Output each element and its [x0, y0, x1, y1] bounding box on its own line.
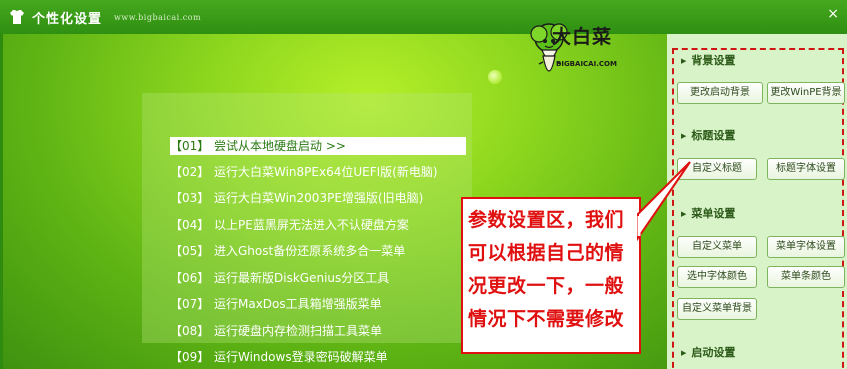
menu-item-number: 【06】: [170, 271, 210, 285]
section-background: ▶ 背景设置: [681, 52, 735, 68]
title-bar: 个性化设置 www.bigbaicai.com ×: [0, 0, 847, 34]
menu-item-number: 【01】: [170, 139, 210, 153]
section-label: 背景设置: [691, 54, 736, 67]
menu-item-number: 【09】: [170, 350, 210, 364]
shirt-icon: [10, 10, 24, 24]
menu-item-label: 运行MaxDos工具箱增强版菜单: [214, 297, 382, 311]
section-boot: ▶ 启动设置: [681, 344, 735, 360]
logo-name: 大白菜: [552, 26, 613, 48]
triangle-right-icon: ▶: [681, 210, 687, 218]
title-font-button[interactable]: 标题字体设置: [767, 158, 845, 180]
callout-line: 可以根据自己的情: [468, 242, 625, 264]
section-label: 菜单设置: [691, 207, 736, 220]
window-url: www.bigbaicai.com: [114, 12, 202, 22]
triangle-right-icon: ▶: [681, 349, 687, 357]
menu-item-01[interactable]: 【01】 尝试从本地硬盘启动 >>: [170, 137, 466, 155]
triangle-right-icon: ▶: [681, 57, 687, 65]
custom-menu-bg-button[interactable]: 自定义菜单背景: [677, 298, 757, 320]
menu-item-04[interactable]: 【04】 以上PE蓝黑屏无法进入不认硬盘方案: [170, 216, 466, 234]
change-winpe-bg-button[interactable]: 更改WinPE背景: [767, 82, 845, 104]
menu-item-label: 尝试从本地硬盘启动 >>: [214, 139, 346, 153]
decorative-orb: [488, 70, 502, 84]
menu-item-number: 【02】: [170, 165, 210, 179]
change-boot-bg-button[interactable]: 更改启动背景: [677, 82, 763, 104]
menu-item-number: 【05】: [170, 244, 210, 258]
menu-item-label: 运行最新版DiskGenius分区工具: [214, 271, 390, 285]
custom-menu-button[interactable]: 自定义菜单: [677, 236, 757, 258]
menu-item-number: 【07】: [170, 297, 210, 311]
menu-item-07[interactable]: 【07】 运行MaxDos工具箱增强版菜单: [170, 295, 466, 313]
callout-text: 参数设置区，我们 可以根据自己的情 况更改一下，一般 情况下不需要修改: [468, 204, 638, 336]
section-label: 启动设置: [691, 346, 736, 359]
menu-item-label: 运行大白菜Win8PEx64位UEFI版(新电脑): [214, 165, 438, 179]
menu-item-06[interactable]: 【06】 运行最新版DiskGenius分区工具: [170, 269, 466, 287]
menu-item-label: 以上PE蓝黑屏无法进入不认硬盘方案: [214, 218, 409, 232]
window-title: 个性化设置: [32, 11, 103, 27]
menu-item-03[interactable]: 【03】 运行大白菜Win2003PE增强版(旧电脑): [170, 189, 466, 207]
section-title-settings: ▶ 标题设置: [681, 127, 735, 143]
selected-font-color-button[interactable]: 选中字体颜色: [677, 266, 757, 288]
section-menu: ▶ 菜单设置: [681, 205, 735, 221]
menu-item-09[interactable]: 【09】 运行Windows登录密码破解菜单: [170, 348, 466, 366]
triangle-right-icon: ▶: [681, 132, 687, 140]
menu-bar-color-button[interactable]: 菜单条颜色: [767, 266, 845, 288]
menu-item-05[interactable]: 【05】 进入Ghost备份还原系统多合一菜单: [170, 242, 466, 260]
callout-line: 情况下不需要修改: [468, 308, 625, 330]
menu-item-08[interactable]: 【08】 运行硬盘内存检测扫描工具菜单: [170, 322, 466, 340]
callout-line: 况更改一下，一般: [468, 275, 625, 297]
menu-item-label: 运行大白菜Win2003PE增强版(旧电脑): [214, 191, 424, 205]
close-button[interactable]: ×: [827, 6, 839, 22]
menu-item-number: 【04】: [170, 218, 210, 232]
menu-item-label: 运行硬盘内存检测扫描工具菜单: [214, 324, 383, 338]
callout-line: 参数设置区，我们: [468, 209, 625, 231]
menu-item-label: 运行Windows登录密码破解菜单: [214, 350, 388, 364]
custom-title-button[interactable]: 自定义标题: [677, 158, 757, 180]
menu-item-02[interactable]: 【02】 运行大白菜Win8PEx64位UEFI版(新电脑): [170, 163, 466, 181]
menu-item-number: 【08】: [170, 324, 210, 338]
menu-item-number: 【03】: [170, 191, 210, 205]
section-label: 标题设置: [691, 129, 736, 142]
menu-font-button[interactable]: 菜单字体设置: [767, 236, 845, 258]
logo-url: BIGBAICAI.COM: [556, 60, 617, 68]
menu-item-label: 进入Ghost备份还原系统多合一菜单: [214, 244, 406, 258]
